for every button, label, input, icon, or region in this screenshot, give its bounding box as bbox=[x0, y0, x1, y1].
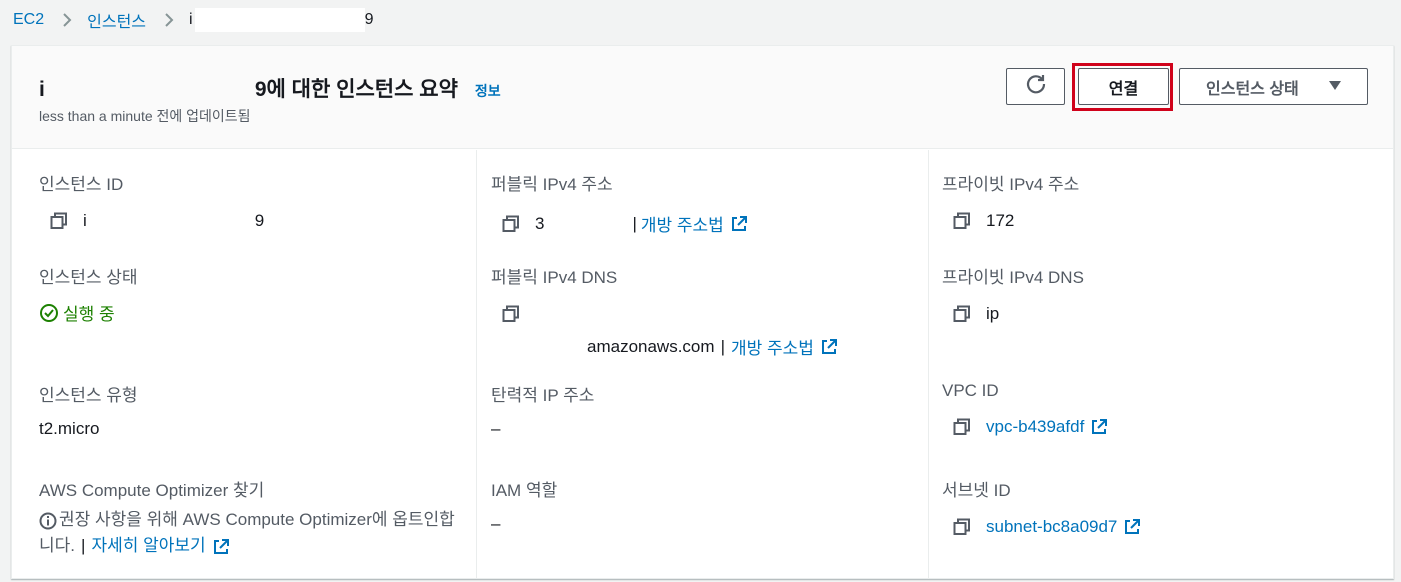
chevron-right-icon bbox=[164, 12, 174, 28]
instance-type-value: t2.micro bbox=[39, 419, 100, 438]
private-ipv4-text: 172 bbox=[986, 211, 1015, 230]
details-column-2: 퍼블릭 IPv4 주소 3 | 개방 주소법 퍼블릭 IPv4 DNS amazon… bbox=[477, 150, 929, 578]
title-suffix: 9에 대한 인스턴스 요약 bbox=[254, 78, 458, 101]
copy-icon[interactable] bbox=[952, 417, 972, 437]
elastic-ip-label: 탄력적 IP 주소 bbox=[491, 386, 595, 405]
elastic-ip-value: – bbox=[491, 419, 501, 438]
private-dns-value: ip bbox=[952, 304, 1084, 324]
instance-state-value: 실행 중 bbox=[39, 300, 138, 325]
private-dns-text: ip bbox=[986, 304, 1000, 323]
copy-icon[interactable] bbox=[952, 304, 972, 324]
details-column-1: 인스턴스 ID i9 인스턴스 상태 실행 중 인스턴스 유형 t2.micro bbox=[12, 150, 477, 578]
copy-icon[interactable] bbox=[501, 304, 521, 324]
vpc-id-link[interactable]: vpc-b439afdf bbox=[986, 417, 1084, 437]
external-link-icon[interactable] bbox=[730, 215, 748, 233]
public-ipv4-text: 3 bbox=[535, 213, 545, 233]
public-dns-open-link[interactable]: 개방 주소법 bbox=[731, 334, 814, 359]
field-subnet-id: 서브넷 ID subnet-bc8a09d7 bbox=[942, 476, 1141, 537]
private-dns-label: 프라이빗 IPv4 DNS bbox=[942, 268, 1084, 287]
status-ok-icon bbox=[39, 303, 59, 323]
redacted-area bbox=[86, 211, 255, 231]
external-link-icon[interactable] bbox=[1123, 518, 1141, 536]
public-dns-copy bbox=[501, 304, 838, 324]
public-dns-label: 퍼블릭 IPv4 DNS bbox=[491, 268, 618, 287]
external-link-icon[interactable] bbox=[1090, 418, 1108, 436]
instance-state-field-label: 인스턴스 상태 bbox=[39, 268, 138, 287]
public-ipv4-value: 3 | 개방 주소법 bbox=[501, 211, 748, 236]
private-ipv4-value: 172 bbox=[952, 211, 1079, 231]
field-instance-state: 인스턴스 상태 실행 중 bbox=[39, 263, 138, 325]
learn-more-link[interactable]: 자세히 알아보기 bbox=[91, 536, 205, 555]
public-dns-text: amazonaws.com bbox=[587, 336, 715, 356]
field-elastic-ip: 탄력적 IP 주소 – bbox=[491, 381, 594, 439]
separator: | bbox=[720, 336, 725, 356]
vpc-id-value: vpc-b439afdf bbox=[952, 417, 1108, 437]
breadcrumb-ec2[interactable]: EC2 bbox=[13, 11, 44, 29]
separator: | bbox=[81, 536, 86, 555]
field-private-dns: 프라이빗 IPv4 DNS ip bbox=[942, 263, 1084, 324]
field-public-dns: 퍼블릭 IPv4 DNS amazonaws.com | 개방 주소법 bbox=[491, 263, 838, 359]
field-iam-role: IAM 역할 – bbox=[491, 476, 557, 534]
vpc-id-label: VPC ID bbox=[942, 381, 999, 400]
iam-role-label: IAM 역할 bbox=[491, 481, 558, 500]
field-private-ipv4: 프라이빗 IPv4 주소 172 bbox=[942, 170, 1079, 231]
instance-state-dropdown[interactable]: 인스턴스 상태 bbox=[1179, 68, 1368, 105]
redacted-area bbox=[45, 79, 255, 101]
page-title: i 9에 대한 인스턴스 요약 bbox=[39, 73, 458, 103]
separator: | bbox=[632, 213, 637, 233]
public-dns-value: amazonaws.com | 개방 주소법 bbox=[587, 334, 838, 359]
details-column-3: 프라이빗 IPv4 주소 172 프라이빗 IPv4 DNS ip VPC ID bbox=[929, 150, 1393, 578]
external-link-icon[interactable] bbox=[212, 538, 230, 556]
subnet-id-label: 서브넷 ID bbox=[942, 481, 1011, 500]
caret-down-icon bbox=[1329, 79, 1341, 94]
iam-role-value: – bbox=[491, 514, 501, 533]
subnet-id-value: subnet-bc8a09d7 bbox=[952, 517, 1141, 537]
field-instance-id: 인스턴스 ID i9 bbox=[39, 170, 264, 231]
breadcrumb-current-suffix: 9 bbox=[364, 11, 374, 29]
copy-icon[interactable] bbox=[49, 211, 69, 231]
field-instance-type: 인스턴스 유형 t2.micro bbox=[39, 381, 138, 439]
instance-type-label: 인스턴스 유형 bbox=[39, 386, 138, 405]
subnet-id-link[interactable]: subnet-bc8a09d7 bbox=[986, 517, 1117, 537]
breadcrumb-current: i9 bbox=[189, 8, 373, 32]
breadcrumb: EC2 인스턴스 i9 bbox=[13, 8, 373, 32]
external-link-icon[interactable] bbox=[820, 338, 838, 356]
instance-state-label: 인스턴스 상태 bbox=[1206, 80, 1299, 98]
field-vpc-id: VPC ID vpc-b439afdf bbox=[942, 381, 1108, 437]
refresh-icon bbox=[1025, 73, 1047, 100]
instance-id-suffix: 9 bbox=[254, 211, 265, 230]
compute-optimizer-note: 권장 사항을 위해 AWS Compute Optimizer에 옵트인합니다.… bbox=[39, 507, 459, 559]
instance-id-value: i9 bbox=[49, 211, 264, 231]
breadcrumb-current-prefix: i bbox=[189, 11, 193, 29]
instance-summary-panel: i 9에 대한 인스턴스 요약 정보 less than a minute 전에 … bbox=[11, 45, 1394, 579]
instance-state-text: 실행 중 bbox=[63, 305, 115, 324]
chevron-right-icon bbox=[62, 12, 72, 28]
copy-icon[interactable] bbox=[952, 211, 972, 231]
panel-header: i 9에 대한 인스턴스 요약 정보 less than a minute 전에 … bbox=[12, 46, 1393, 149]
info-icon bbox=[39, 512, 57, 530]
field-compute-optimizer: AWS Compute Optimizer 찾기 권장 사항을 위해 AWS C… bbox=[39, 476, 459, 559]
private-ipv4-label: 프라이빗 IPv4 주소 bbox=[942, 175, 1080, 194]
redacted-area bbox=[194, 8, 365, 32]
instance-id-label: 인스턴스 ID bbox=[39, 175, 124, 194]
redacted-area bbox=[544, 213, 633, 234]
field-public-ipv4: 퍼블릭 IPv4 주소 3 | 개방 주소법 bbox=[491, 170, 748, 236]
public-ipv4-label: 퍼블릭 IPv4 주소 bbox=[491, 175, 613, 194]
copy-icon[interactable] bbox=[501, 214, 521, 234]
info-link[interactable]: 정보 bbox=[475, 81, 501, 101]
last-updated-text: less than a minute 전에 업데이트됨 bbox=[39, 108, 251, 124]
copy-icon[interactable] bbox=[952, 517, 972, 537]
refresh-button[interactable] bbox=[1006, 68, 1065, 105]
breadcrumb-instances[interactable]: 인스턴스 bbox=[87, 8, 146, 32]
title-line: i 9에 대한 인스턴스 요약 정보 bbox=[39, 73, 501, 103]
connect-button[interactable]: 연결 bbox=[1078, 68, 1169, 105]
public-ipv4-open-link[interactable]: 개방 주소법 bbox=[641, 211, 724, 236]
compute-optimizer-label: AWS Compute Optimizer 찾기 bbox=[39, 481, 265, 500]
